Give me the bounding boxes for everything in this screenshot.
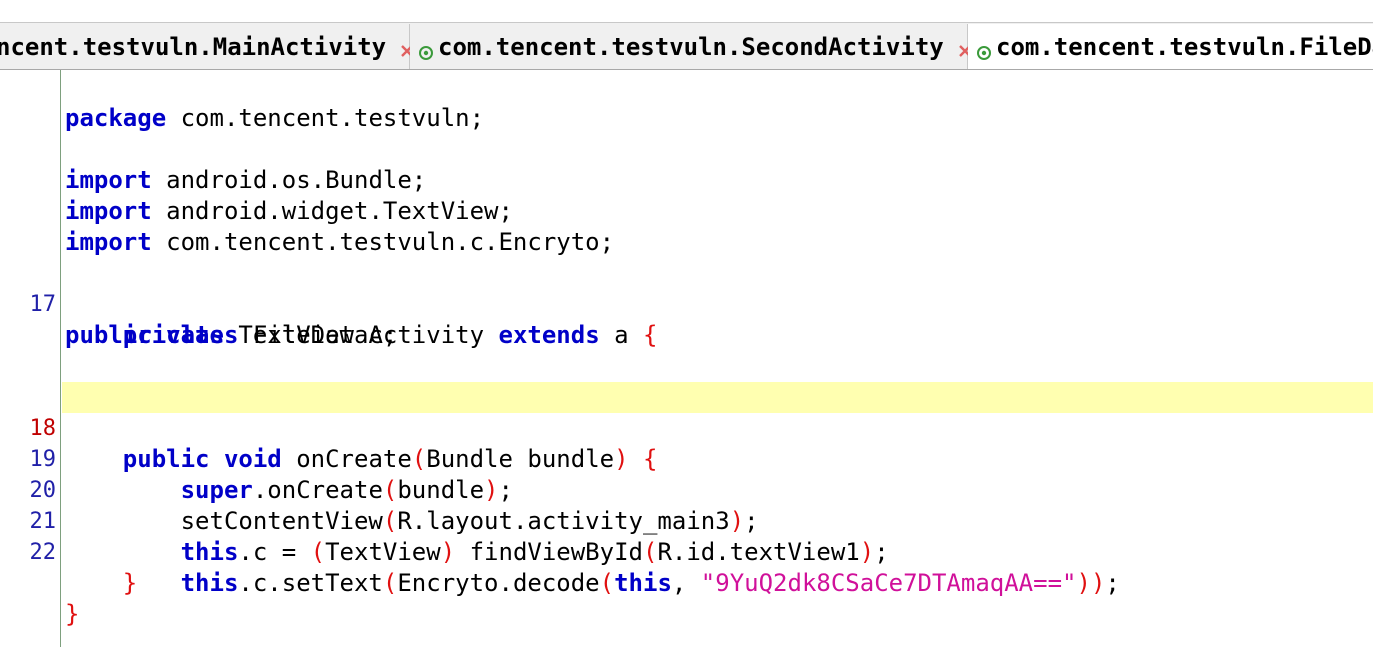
code-line: 22 this.c.setText(Encryto.decode(this, "… [0, 506, 1373, 597]
tab-label: com.tencent.testvuln.SecondActivity [438, 32, 944, 61]
code-line: import android.os.Bundle; [65, 166, 427, 194]
code-line-comment: /* access modifiers changed from: protec… [122, 383, 788, 411]
class-icon [976, 39, 992, 60]
tab-main-activity[interactable]: ncent.testvuln.MainActivity [0, 24, 413, 69]
tab-label: com.tencent.testvuln.FileDa [996, 33, 1373, 61]
code-line: private TextView c; [122, 321, 398, 349]
code-line: } [122, 569, 138, 597]
code-editor[interactable]: package com.tencent.testvuln; import and… [0, 72, 1373, 628]
tab-second-activity[interactable]: com.tencent.testvuln.SecondActivity [410, 24, 971, 69]
class-icon [418, 39, 434, 60]
code-line: 21 this.c = (TextView) findViewById(R.id… [0, 475, 1373, 566]
tab-label: ncent.testvuln.MainActivity [0, 32, 387, 61]
top-strip [0, 0, 1373, 22]
editor-tab-bar: ncent.testvuln.MainActivity com.tencent.… [0, 22, 1373, 70]
code-line-current: 18 public void onCreate(Bundle bundle) { [0, 382, 1373, 473]
code-line: 20 setContentView(R.layout.activity_main… [0, 444, 1373, 535]
code-line: package com.tencent.testvuln; [65, 104, 485, 132]
code-line: import android.widget.TextView; [65, 197, 513, 225]
code-line: import com.tencent.testvuln.c.Encryto; [65, 228, 615, 256]
code-line: } [65, 600, 80, 628]
code-line: 17 public class FileDataActivity extends… [0, 258, 1373, 349]
code-line: 19 super.onCreate(bundle); [0, 413, 1373, 504]
tab-file-data-activity[interactable]: com.tencent.testvuln.FileDa [968, 24, 1373, 69]
